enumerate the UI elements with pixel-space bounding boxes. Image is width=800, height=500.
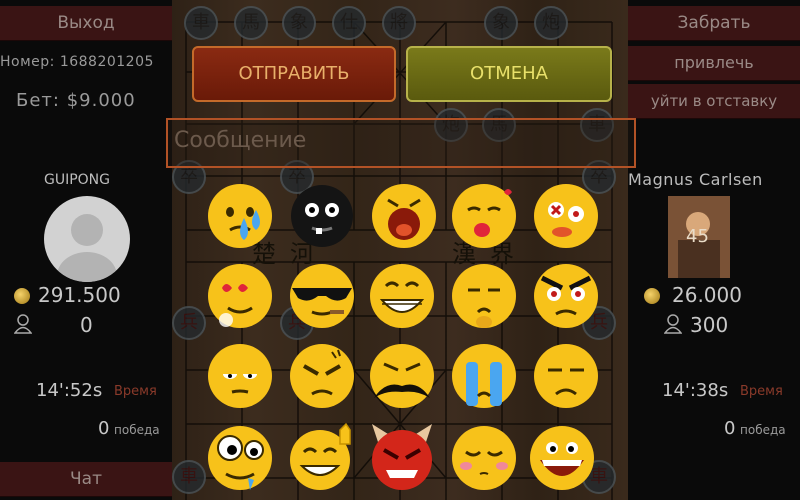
send-button[interactable]: ОТПРАВИТЬ (192, 46, 396, 102)
drooling-face-icon[interactable] (448, 260, 520, 332)
message-input[interactable]: Сообщение (166, 118, 636, 168)
right-wins: 0 (724, 418, 736, 439)
coin-icon (14, 288, 30, 304)
sleepy-face-icon[interactable] (204, 340, 276, 412)
board-piece[interactable]: 象 (282, 6, 316, 40)
chat-button[interactable]: Чат (0, 462, 172, 497)
message-placeholder: Сообщение (174, 128, 307, 153)
heart-eyes-face-icon[interactable] (204, 260, 276, 332)
board-piece[interactable]: 將 (382, 6, 416, 40)
devil-face-icon[interactable] (366, 420, 438, 492)
screaming-face-icon[interactable] (368, 180, 440, 252)
right-people-count: 300 (690, 313, 729, 337)
black-bomb-face-icon[interactable] (286, 180, 358, 252)
attract-button[interactable]: привлечь (628, 46, 800, 81)
board-piece[interactable]: 炮 (534, 6, 568, 40)
kissing-face-icon[interactable] (448, 180, 520, 252)
angry-eyes-face-icon[interactable] (530, 260, 602, 332)
left-avatar[interactable] (44, 196, 130, 282)
board-piece[interactable]: 兵 (172, 306, 206, 340)
laughing-face-icon[interactable] (526, 420, 598, 492)
board-piece[interactable]: 象 (484, 6, 518, 40)
sweating-face-icon[interactable] (204, 180, 276, 252)
board-piece[interactable]: 馬 (234, 6, 268, 40)
left-player-name: GUIPONG (44, 172, 111, 188)
bet-amount: Бет: $9.000 (16, 90, 136, 111)
room-number: Номер: 1688201205 (0, 54, 154, 70)
board-piece[interactable]: 仕 (332, 6, 366, 40)
people-icon (664, 314, 682, 334)
left-wins: 0 (98, 418, 110, 439)
person-silhouette-icon (57, 214, 117, 282)
left-timer: 14':52s (36, 380, 103, 401)
right-coins: 26.000 (672, 283, 742, 307)
right-avatar-number: 45 (686, 226, 709, 247)
people-icon (14, 314, 32, 334)
right-player-name: Magnus Carlsen (628, 170, 763, 189)
exit-button[interactable]: Выход (0, 6, 172, 41)
furious-face-icon[interactable] (286, 340, 358, 412)
unamused-face-icon[interactable] (530, 340, 602, 412)
take-button[interactable]: Забрать (628, 6, 800, 41)
cancel-button[interactable]: ОТМЕНА (406, 46, 612, 102)
mustache-face-icon[interactable] (366, 340, 438, 412)
board-piece[interactable]: 車 (184, 6, 218, 40)
board-piece[interactable]: 車 (172, 460, 206, 494)
left-people-count: 0 (80, 313, 93, 337)
sunglasses-face-icon[interactable] (286, 260, 358, 332)
left-coins: 291.500 (38, 283, 121, 307)
left-time-label: Время (114, 384, 157, 399)
grinning-face-icon[interactable] (366, 260, 438, 332)
coin-icon (644, 288, 660, 304)
right-avatar[interactable]: 45 (668, 196, 730, 278)
crying-face-icon[interactable] (448, 340, 520, 412)
thumbs-up-face-icon[interactable] (286, 420, 358, 492)
goggle-eyes-face-icon[interactable] (204, 420, 276, 492)
left-player-panel: Выход Номер: 1688201205 Бет: $9.000 GUIP… (0, 0, 172, 500)
blushing-face-icon[interactable] (448, 420, 520, 492)
left-wins-label: победа (114, 423, 160, 437)
right-timer: 14':38s (662, 380, 729, 401)
right-time-label: Время (740, 384, 783, 399)
right-wins-label: победа (740, 423, 786, 437)
dizzy-face-icon[interactable] (530, 180, 602, 252)
resign-button[interactable]: уйти в отставку (628, 84, 800, 119)
